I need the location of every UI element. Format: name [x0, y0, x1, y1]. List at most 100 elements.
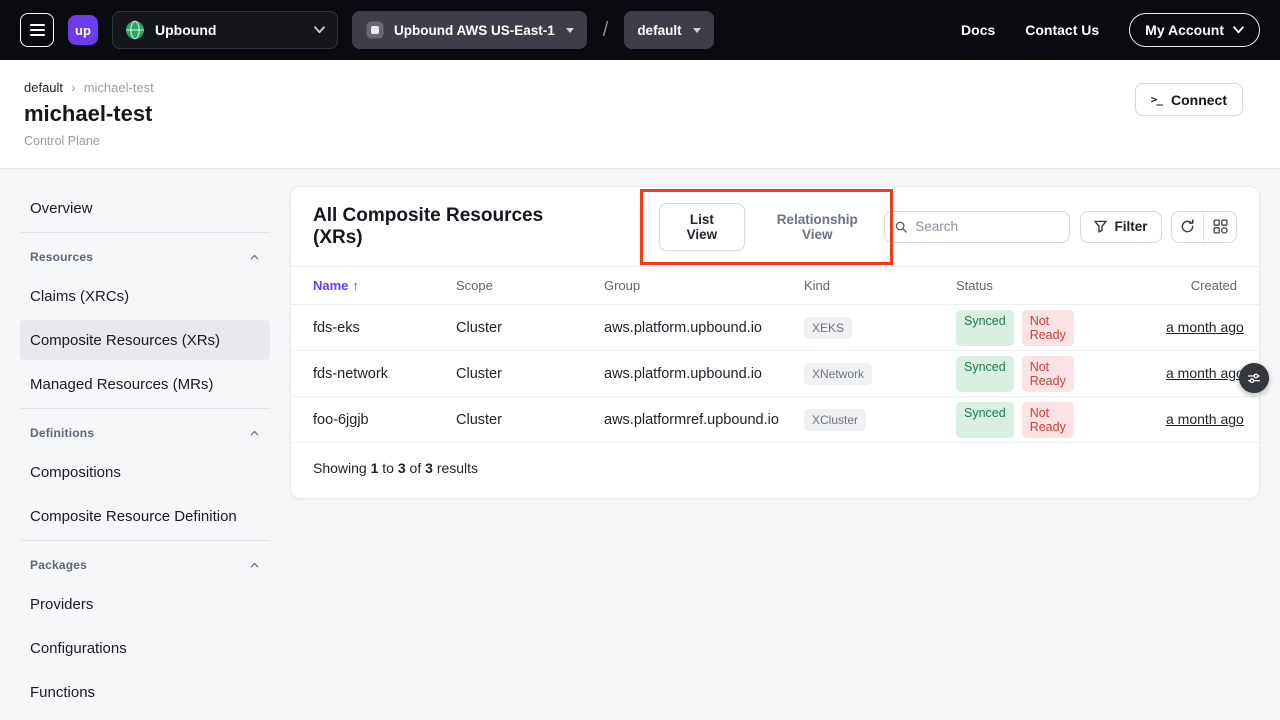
docs-link[interactable]: Docs [961, 22, 995, 38]
list-view-tab[interactable]: List View [659, 203, 744, 251]
column-header-scope[interactable]: Scope [456, 278, 604, 293]
column-header-kind[interactable]: Kind [804, 278, 956, 293]
sidebar-item-managed-resources[interactable]: Managed Resources (MRs) [20, 364, 270, 404]
relationship-view-tab[interactable]: Relationship View [751, 204, 884, 250]
my-account-label: My Account [1145, 22, 1224, 38]
integrations-button[interactable] [1204, 212, 1236, 242]
breadcrumb-separator-icon: › [71, 79, 76, 95]
page-header: default › michael-test michael-test Cont… [0, 60, 1280, 169]
logo-text: up [75, 23, 91, 38]
results-total: 3 [425, 460, 433, 476]
cell-group: aws.platform.upbound.io [604, 366, 804, 382]
table-row[interactable]: foo-6jgjb Cluster aws.platformref.upboun… [291, 397, 1259, 443]
page-title: michael-test [24, 101, 1256, 127]
org-selector-dropdown[interactable]: Upbound [112, 11, 338, 49]
results-to: 3 [398, 460, 406, 476]
view-toggle: List View Relationship View [659, 203, 884, 251]
cell-kind: XEKS [804, 317, 956, 339]
status-badge-not-ready: Not Ready [1022, 356, 1074, 392]
chevron-up-icon [249, 560, 260, 571]
space-selector-label: Upbound AWS US-East-1 [394, 23, 555, 38]
created-link[interactable]: a month ago [1166, 319, 1244, 335]
topbar-right-group: Docs Contact Us My Account [961, 13, 1260, 47]
created-link[interactable]: a month ago [1166, 411, 1244, 427]
cell-scope: Cluster [456, 412, 604, 428]
sidebar-divider [20, 540, 270, 541]
results-summary: Showing 1 to 3 of 3 results [291, 443, 1259, 498]
status-badge-synced: Synced [956, 402, 1014, 438]
cell-created: a month ago [1166, 365, 1244, 382]
breadcrumb-item-default[interactable]: default [24, 80, 63, 95]
column-header-status[interactable]: Status [956, 278, 1067, 293]
status-badge-not-ready: Not Ready [1022, 310, 1074, 346]
group-selector-label: default [637, 23, 681, 38]
column-header-created[interactable]: Created [1191, 278, 1237, 293]
sidebar-item-functions[interactable]: Functions [20, 672, 270, 712]
cell-status: Synced Not Ready [956, 356, 1074, 392]
floating-widget-button[interactable] [1239, 363, 1269, 393]
status-badge-synced: Synced [956, 356, 1014, 392]
cell-kind: XNetwork [804, 363, 956, 385]
hamburger-icon [30, 24, 45, 26]
connect-button[interactable]: >_ Connect [1135, 83, 1243, 116]
sidebar-item-composite-resources[interactable]: Composite Resources (XRs) [20, 320, 270, 360]
cell-name[interactable]: foo-6jgjb [313, 412, 456, 428]
column-header-group[interactable]: Group [604, 278, 804, 293]
table-row[interactable]: fds-network Cluster aws.platform.upbound… [291, 351, 1259, 397]
cell-status: Synced Not Ready [956, 402, 1074, 438]
refresh-button[interactable] [1172, 212, 1204, 242]
chevron-down-icon [1233, 26, 1244, 34]
panel-title: All Composite Resources (XRs) [313, 205, 587, 249]
upbound-globe-icon [125, 20, 145, 40]
sidebar-item-configurations[interactable]: Configurations [20, 628, 270, 668]
section-heading-label: Definitions [30, 426, 94, 440]
space-selector-dropdown[interactable]: Upbound AWS US-East-1 [352, 11, 587, 49]
caret-down-icon [693, 28, 701, 33]
top-navigation-bar: up Upbound Upbound AWS US-East-1 / defau… [0, 0, 1280, 60]
composite-resources-panel: All Composite Resources (XRs) List View … [290, 186, 1260, 499]
filter-funnel-icon [1094, 220, 1107, 233]
search-box[interactable] [884, 211, 1070, 243]
sidebar-section-packages[interactable]: Packages [20, 546, 270, 584]
path-separator: / [603, 19, 609, 42]
cell-created: a month ago [1166, 319, 1244, 336]
my-account-button[interactable]: My Account [1129, 13, 1260, 47]
upbound-logo[interactable]: up [68, 15, 98, 45]
sidebar-item-composite-resource-definition[interactable]: Composite Resource Definition [20, 496, 270, 536]
breadcrumb: default › michael-test [24, 79, 1256, 95]
contact-us-link[interactable]: Contact Us [1025, 22, 1099, 38]
table-row[interactable]: fds-eks Cluster aws.platform.upbound.io … [291, 305, 1259, 351]
kind-badge: XEKS [804, 317, 852, 339]
sidebar-item-compositions[interactable]: Compositions [20, 452, 270, 492]
integrations-icon [1213, 219, 1228, 234]
created-link[interactable]: a month ago [1166, 365, 1244, 381]
filter-button[interactable]: Filter [1080, 211, 1162, 243]
cell-name[interactable]: fds-eks [313, 320, 456, 336]
space-icon [365, 20, 385, 40]
sidebar-item-claims[interactable]: Claims (XRCs) [20, 276, 270, 316]
sliders-icon [1246, 370, 1262, 386]
cell-created: a month ago [1166, 411, 1244, 428]
org-selector-label: Upbound [155, 22, 216, 38]
cell-name[interactable]: fds-network [313, 366, 456, 382]
results-from: 1 [371, 460, 379, 476]
cell-scope: Cluster [456, 366, 604, 382]
refresh-icon [1180, 219, 1195, 234]
sidebar-section-resources[interactable]: Resources [20, 238, 270, 276]
sidebar-item-overview[interactable]: Overview [20, 188, 270, 228]
column-header-name[interactable]: Name ↑ [313, 278, 456, 293]
terminal-icon: >_ [1151, 93, 1162, 106]
group-selector-dropdown[interactable]: default [624, 11, 713, 49]
kind-badge: XNetwork [804, 363, 872, 385]
sidebar-section-definitions[interactable]: Definitions [20, 414, 270, 452]
cell-scope: Cluster [456, 320, 604, 336]
chevron-down-icon [314, 26, 325, 34]
sidebar-item-providers[interactable]: Providers [20, 584, 270, 624]
hamburger-menu-button[interactable] [20, 13, 54, 47]
status-badge-synced: Synced [956, 310, 1014, 346]
panel-toolbar: All Composite Resources (XRs) List View … [291, 187, 1259, 267]
search-input[interactable] [915, 219, 1058, 234]
cell-kind: XCluster [804, 409, 956, 431]
chevron-up-icon [249, 428, 260, 439]
connect-label: Connect [1171, 92, 1227, 108]
